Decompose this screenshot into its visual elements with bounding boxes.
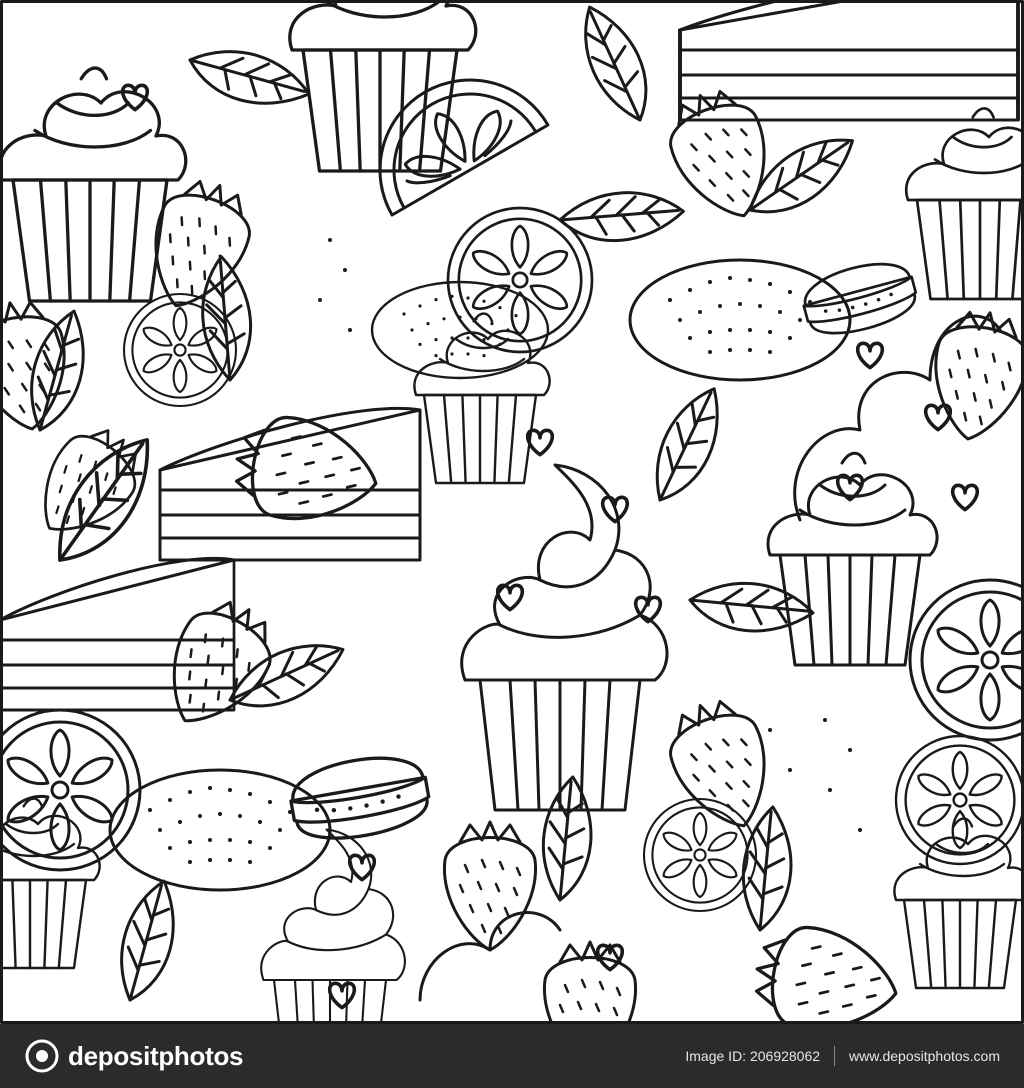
image-id-text: Image ID: 206928062 [685,1048,821,1064]
stock-watermark-bar: depositphotos Image ID: 206928062 www.de… [0,1024,1024,1088]
brand-name: depositphotos [68,1040,244,1071]
site-url-text: www.depositphotos.com [849,1048,1000,1064]
depositphotos-logo-icon [25,1039,59,1073]
footer-meta: Image ID: 206928062 www.depositphotos.co… [685,1046,1000,1066]
coloring-page-illustration [0,0,1024,1024]
brand-logo: depositphotos [24,1038,244,1074]
footer-divider [834,1046,836,1066]
sweets-pattern-svg [0,0,1024,1024]
